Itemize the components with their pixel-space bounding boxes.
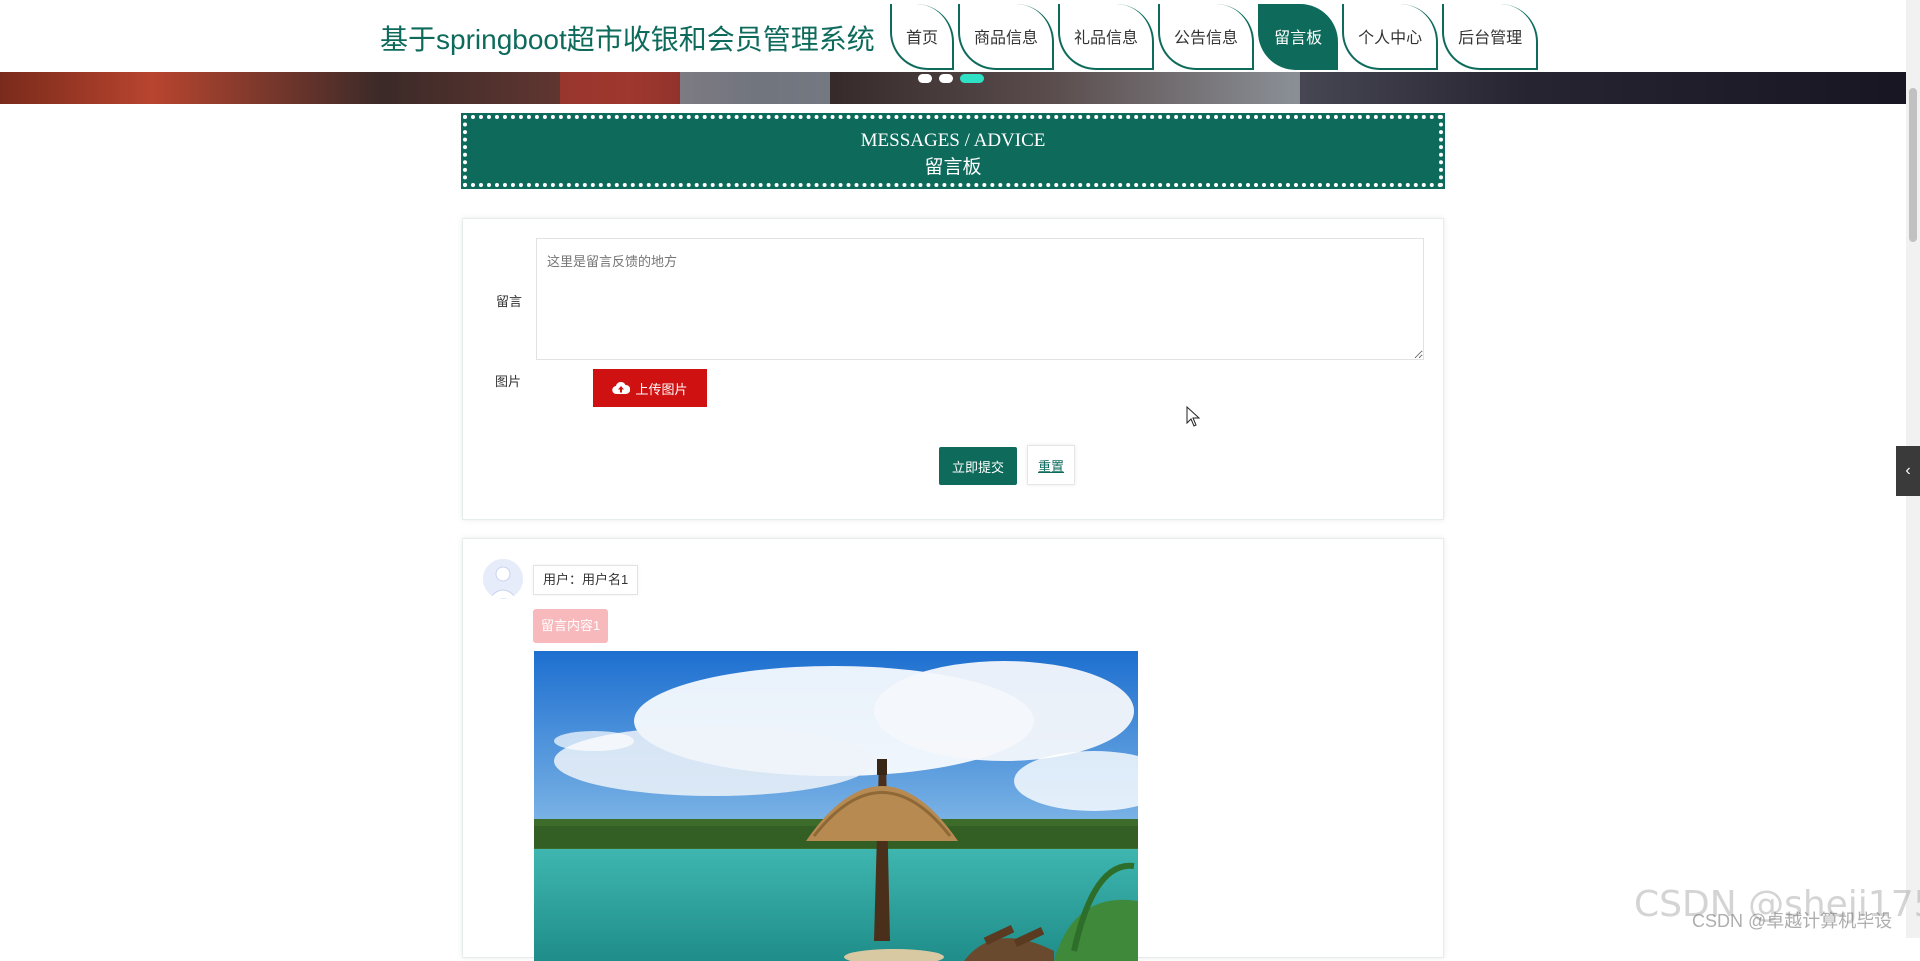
message-username: 用户：用户名1 <box>533 565 639 595</box>
top-header: 基于springboot超市收银和会员管理系统 首页 商品信息 礼品信息 公告信… <box>0 0 1906 72</box>
watermark-sub: CSDN @卓越计算机毕设 <box>1692 911 1893 931</box>
user-avatar-icon <box>483 559 523 599</box>
submit-button[interactable]: 立即提交 <box>939 447 1017 485</box>
reset-button[interactable]: 重置 <box>1027 445 1075 485</box>
nav-item-notices[interactable]: 公告信息 <box>1158 4 1255 70</box>
section-title-box: MESSAGES / ADVICE 留言板 <box>461 113 1445 189</box>
cloud-upload-icon <box>612 381 631 395</box>
side-toggle-button[interactable]: ‹ <box>1896 446 1920 496</box>
nav-item-products[interactable]: 商品信息 <box>958 4 1055 70</box>
nav-item-home[interactable]: 首页 <box>890 4 955 70</box>
scrollbar-thumb[interactable] <box>1909 88 1917 242</box>
message-textarea[interactable] <box>536 238 1424 360</box>
chevron-left-icon: ‹ <box>1905 462 1911 479</box>
nav-item-messages[interactable]: 留言板 <box>1258 4 1339 70</box>
message-form: 留言 图片 上传图片 立即提交 重置 <box>462 218 1444 520</box>
upload-button-label: 上传图片 <box>635 381 688 397</box>
image-label: 图片 <box>495 374 522 389</box>
beach-hut-photo <box>534 651 1138 961</box>
carousel-indicators <box>918 74 984 83</box>
carousel-dot-1[interactable] <box>918 74 932 83</box>
carousel-dot-3[interactable] <box>960 74 984 83</box>
message-image <box>534 651 1138 961</box>
message-list: 用户：用户名1 留言内容1 <box>462 538 1444 961</box>
message-label: 留言 <box>496 294 523 309</box>
site-title: 基于springboot超市收银和会员管理系统 <box>380 24 875 55</box>
upload-image-button[interactable]: 上传图片 <box>593 369 707 407</box>
carousel-dot-2[interactable] <box>939 74 953 83</box>
section-title-cn: 留言板 <box>924 157 982 178</box>
nav-item-gifts[interactable]: 礼品信息 <box>1058 4 1155 70</box>
section-title-en: MESSAGES / ADVICE <box>860 130 1046 151</box>
banner-carousel <box>0 72 1906 104</box>
message-content: 留言内容1 <box>533 609 609 643</box>
nav-item-admin[interactable]: 后台管理 <box>1442 4 1539 70</box>
nav-item-profile[interactable]: 个人中心 <box>1342 4 1439 70</box>
main-nav: 首页 商品信息 礼品信息 公告信息 留言板 个人中心 后台管理 <box>890 4 1542 72</box>
mouse-cursor-icon <box>1186 406 1201 427</box>
